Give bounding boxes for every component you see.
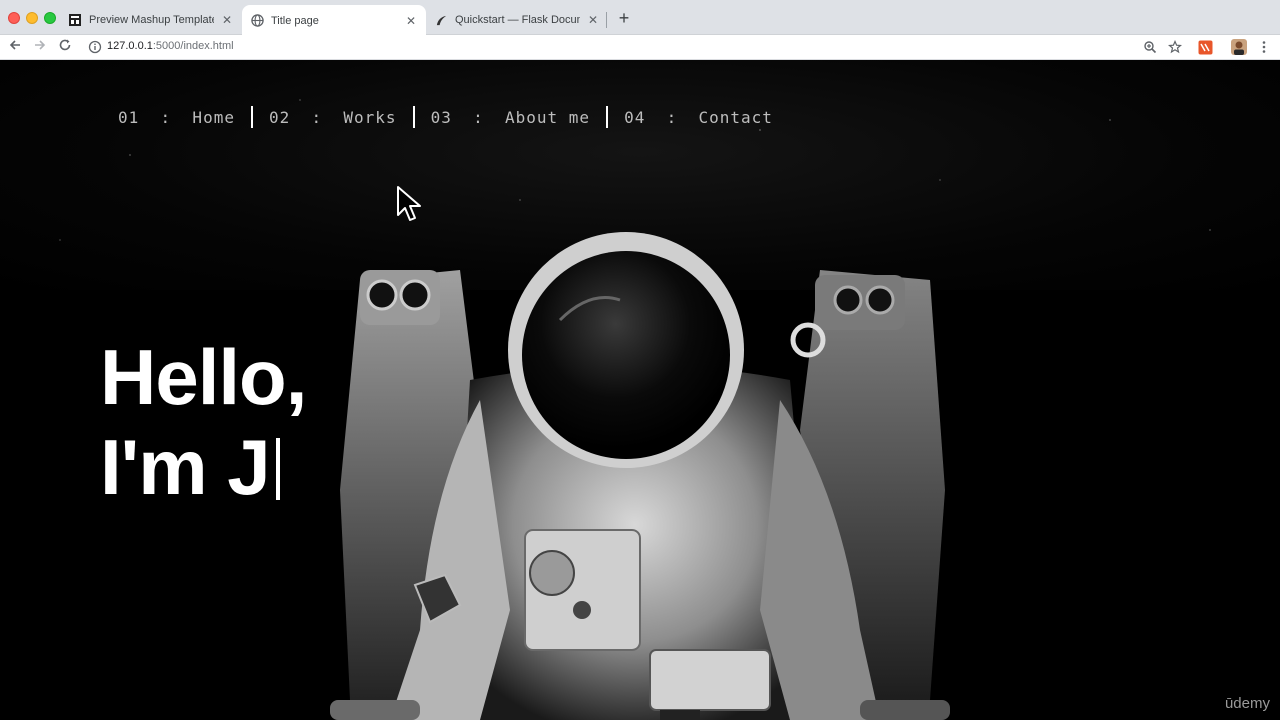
globe-icon [250,14,264,28]
hero-heading: Hello, I'm J [100,332,400,512]
nav-divider [412,106,415,128]
tab-close-icon[interactable]: ✕ [586,13,600,27]
more-vert-icon[interactable] [1256,39,1272,55]
flask-horn-icon [434,13,448,27]
tab-title: Preview Mashup Template in d [89,14,214,26]
nav-divider [250,106,253,128]
tab-close-icon[interactable]: ✕ [220,13,234,27]
browser-tab-flask-quickstart[interactable]: Quickstart — Flask Documenta ✕ [426,5,608,35]
page-viewport: 01 : Home 02 : Works 03 : About me 04 : … [0,60,1280,720]
nav-divider [606,106,609,128]
url-text[interactable]: 127.0.0.1:5000/index.html [107,40,234,52]
url-host: 127.0.0.1 [107,40,153,52]
nav-link-about[interactable]: 03 : About me [431,108,591,127]
tab-close-icon[interactable]: ✕ [404,14,418,28]
profile-avatar-icon[interactable] [1231,39,1247,55]
new-tab-button[interactable]: + [614,8,634,28]
template-favicon-icon [68,13,82,27]
back-arrow-icon[interactable] [6,38,24,56]
maximize-window-button[interactable] [44,12,56,24]
hero-line-2-wrap: I'm J [100,422,400,512]
close-window-button[interactable] [8,12,20,24]
browser-tab-title-page[interactable]: Title page ✕ [242,5,426,36]
nav-link-contact[interactable]: 04 : Contact [624,108,773,127]
tab-separator [606,12,607,28]
site-nav: 01 : Home 02 : Works 03 : About me 04 : … [118,106,773,128]
nav-link-home[interactable]: 01 : Home [118,108,235,127]
tab-title: Quickstart — Flask Documenta [455,14,580,26]
info-icon[interactable] [88,40,102,54]
astronaut-image [330,232,950,720]
typing-caret [275,438,280,500]
bookmark-star-icon[interactable] [1167,39,1183,55]
hero-line-2: I'm J [100,423,271,511]
minimize-window-button[interactable] [26,12,38,24]
browser-toolbar: 127.0.0.1:5000/index.html [0,35,1280,60]
mouse-pointer-icon [397,186,421,221]
url-path: :5000/index.html [152,40,234,52]
zoom-icon[interactable] [1142,39,1158,55]
hero-line-1: Hello, [100,333,307,421]
browser-tab-strip: Preview Mashup Template in d ✕ Title pag… [0,0,1280,36]
extension-icon[interactable] [1197,39,1213,55]
reload-icon[interactable] [56,38,74,56]
browser-tab-preview[interactable]: Preview Mashup Template in d ✕ [60,5,242,35]
tab-title: Title page [271,14,319,27]
address-bar[interactable]: 127.0.0.1:5000/index.html [82,37,1182,58]
nav-link-works[interactable]: 02 : Works [269,108,397,127]
udemy-watermark: ūdemy [1224,695,1270,712]
forward-arrow-icon[interactable] [31,38,49,56]
